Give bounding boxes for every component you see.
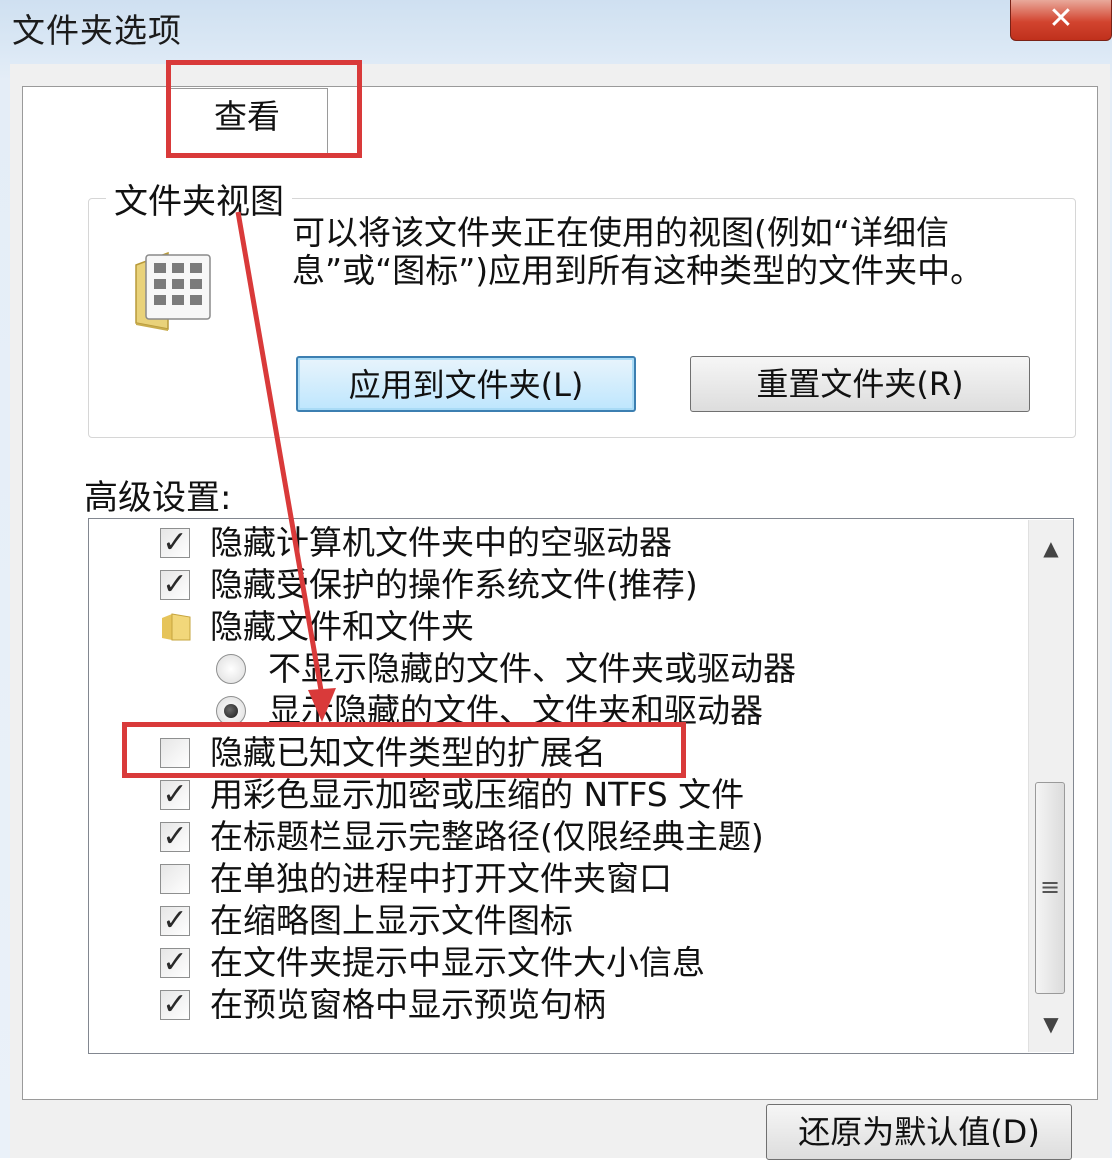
checkbox-checked-icon[interactable]: ✓ [160,948,190,978]
checkbox-checked-icon[interactable]: ✓ [160,528,190,558]
title-bar: 文件夹选项 ✕ [0,0,1112,60]
restore-defaults-button[interactable]: 还原为默认值(D) [766,1104,1072,1160]
grip-icon: ≡ [1039,873,1061,901]
close-button[interactable]: ✕ [1010,0,1112,41]
radio-unselected-icon[interactable] [216,654,246,684]
setting-checkbox-row[interactable]: ✓ 在文件夹提示中显示文件大小信息 [160,942,1020,984]
setting-checkbox-row[interactable]: ✓ 隐藏受保护的操作系统文件(推荐) [160,564,1020,606]
checkbox-unchecked-icon[interactable] [160,864,190,894]
scroll-down-icon[interactable]: ▼ [1029,1004,1073,1044]
setting-label: 隐藏计算机文件夹中的空驱动器 [210,523,672,562]
setting-checkbox-row[interactable]: ✓ 在预览窗格中显示预览句柄 [160,984,1020,1026]
folder-icon [162,613,191,641]
setting-label: 不显示隐藏的文件、文件夹或驱动器 [268,649,796,688]
setting-checkbox-row[interactable]: ✓ 用彩色显示加密或压缩的 NTFS 文件 [160,774,1020,816]
setting-label: 隐藏文件和文件夹 [210,607,474,646]
folder-view-title: 文件夹视图 [106,174,292,223]
annotation-box-hide-extensions [122,722,686,778]
setting-label: 用彩色显示加密或压缩的 NTFS 文件 [210,775,745,814]
setting-checkbox-row[interactable]: ✓ 在缩略图上显示文件图标 [160,900,1020,942]
setting-label: 在单独的进程中打开文件夹窗口 [210,859,672,898]
setting-radio-row[interactable]: 不显示隐藏的文件、文件夹或驱动器 [216,648,1020,690]
apply-to-folders-button[interactable]: 应用到文件夹(L) [296,356,636,412]
checkbox-checked-icon[interactable]: ✓ [160,822,190,852]
setting-checkbox-row[interactable]: ✓ 在标题栏显示完整路径(仅限经典主题) [160,816,1020,858]
advanced-settings-label: 高级设置: [84,478,232,518]
scroll-thumb[interactable]: ≡ [1035,782,1065,994]
setting-label: 隐藏受保护的操作系统文件(推荐) [210,565,698,604]
checkbox-checked-icon[interactable]: ✓ [160,570,190,600]
folder-view-description: 可以将该文件夹正在使用的视图(例如“详细信息”或“图标”)应用到所有这种类型的文… [292,213,984,290]
setting-checkbox-row[interactable]: 在单独的进程中打开文件夹窗口 [160,858,1020,900]
advanced-list-scrollbar[interactable]: ▲ ≡ ▼ [1028,520,1073,1052]
reset-folders-button[interactable]: 重置文件夹(R) [690,356,1030,412]
setting-label: 在预览窗格中显示预览句柄 [210,985,606,1024]
checkbox-checked-icon[interactable]: ✓ [160,780,190,810]
setting-checkbox-row[interactable]: ✓ 隐藏计算机文件夹中的空驱动器 [160,522,1020,564]
folder-options-window: 文件夹选项 ✕ 常规 查看 搜索 文件夹视图 可以将该文件夹正在使用的视图(例如… [0,0,1112,1160]
setting-group-row: 隐藏文件和文件夹 [160,606,1020,648]
annotation-box-view-tab [166,60,362,158]
checkbox-checked-icon[interactable]: ✓ [160,990,190,1020]
setting-label: 在缩略图上显示文件图标 [210,901,573,940]
setting-label: 在文件夹提示中显示文件大小信息 [210,943,705,982]
setting-label: 在标题栏显示完整路径(仅限经典主题) [210,817,764,856]
scroll-up-icon[interactable]: ▲ [1029,528,1073,568]
window-title: 文件夹选项 [12,11,182,50]
folder-view-icon [135,251,211,331]
checkbox-checked-icon[interactable]: ✓ [160,906,190,936]
